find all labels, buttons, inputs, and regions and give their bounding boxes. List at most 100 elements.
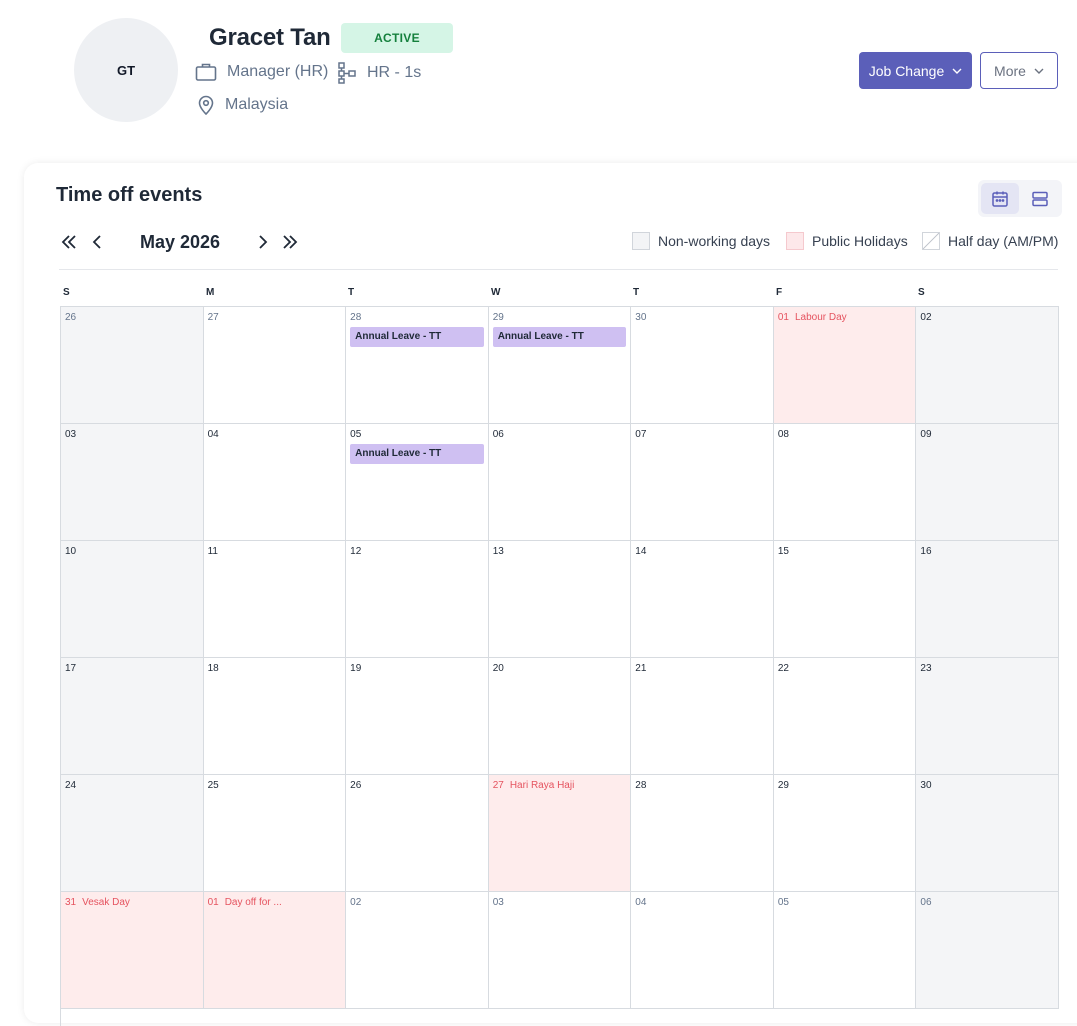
list-view-button[interactable] xyxy=(1021,183,1059,214)
calendar-day-cell[interactable]: 12 xyxy=(346,541,489,658)
calendar-day-cell[interactable]: 30 xyxy=(631,307,774,424)
calendar-day-cell[interactable]: 26 xyxy=(346,775,489,892)
location-label: Malaysia xyxy=(225,96,289,113)
next-month-button[interactable] xyxy=(253,232,273,252)
day-number-row: 18 xyxy=(208,663,342,674)
day-number-row: 21 xyxy=(635,663,769,674)
card-title: Time off events xyxy=(56,184,203,206)
day-number-row: 25 xyxy=(208,780,342,791)
day-number: 09 xyxy=(920,429,932,440)
calendar-day-cell[interactable]: 28 xyxy=(631,775,774,892)
prev-year-button[interactable] xyxy=(59,232,79,252)
calendar-day-cell[interactable]: 31 Vesak Day xyxy=(61,892,204,1009)
day-number: 28 xyxy=(350,312,362,323)
holiday-name: Day off for ... xyxy=(224,897,282,908)
legend-public-holidays: Public Holidays xyxy=(786,232,908,250)
calendar-day-cell[interactable]: 05 Annual Leave - TT xyxy=(346,424,489,541)
weekday-header: F xyxy=(776,287,783,298)
calendar-day-cell[interactable]: 08 xyxy=(773,424,917,541)
prev-month-button[interactable] xyxy=(87,232,107,252)
calendar-day-cell[interactable]: 04 xyxy=(631,892,774,1009)
holiday-name: Labour Day xyxy=(794,312,847,323)
calendar-day-cell[interactable]: 26 xyxy=(61,307,204,424)
day-number-row: 06 xyxy=(920,897,1054,908)
calendar-day-cell[interactable]: 18 xyxy=(203,658,347,775)
calendar-day-cell[interactable]: 06 xyxy=(488,424,632,541)
calendar-day-cell[interactable]: 25 xyxy=(203,775,347,892)
day-number: 27 xyxy=(492,780,504,791)
calendar-day-cell[interactable]: 04 xyxy=(203,424,347,541)
calendar-day-cell[interactable]: 01 Labour Day xyxy=(773,307,917,424)
calendar-day-cell[interactable]: 10 xyxy=(61,541,204,658)
day-number-row: 17 xyxy=(65,663,199,674)
calendar-day-cell[interactable]: 13 xyxy=(488,541,632,658)
day-number: 17 xyxy=(65,663,77,674)
calendar-day-cell[interactable]: 03 xyxy=(488,892,632,1009)
next-year-button[interactable] xyxy=(280,232,300,252)
employee-name: Gracet Tan xyxy=(209,24,331,51)
weekday-header: M xyxy=(206,287,215,298)
day-number-row: 02 xyxy=(920,312,1054,323)
calendar-day-cell[interactable]: 21 xyxy=(631,658,774,775)
day-number: 01 xyxy=(777,312,789,323)
day-number: 20 xyxy=(492,663,504,674)
leave-event[interactable]: Annual Leave - TT xyxy=(350,327,484,347)
calendar-day-cell[interactable]: 02 xyxy=(916,307,1059,424)
calendar-day-cell[interactable]: 20 xyxy=(488,658,632,775)
avatar: GT xyxy=(74,18,178,122)
calendar-day-cell[interactable]: 23 xyxy=(916,658,1059,775)
day-number: 25 xyxy=(207,780,219,791)
day-number: 04 xyxy=(635,897,647,908)
day-number-row: 16 xyxy=(920,546,1054,557)
chevron-down-icon xyxy=(952,68,962,74)
calendar-day-cell[interactable]: 11 xyxy=(203,541,347,658)
map-pin-icon xyxy=(198,95,214,115)
calendar-day-cell[interactable]: 22 xyxy=(773,658,917,775)
calendar-day-cell[interactable]: 29 xyxy=(773,775,917,892)
calendar-day-cell[interactable]: 02 xyxy=(346,892,489,1009)
more-label: More xyxy=(994,62,1026,79)
double-chevron-right-icon xyxy=(283,235,298,249)
calendar-day-cell[interactable]: 27 xyxy=(203,307,347,424)
leave-event[interactable]: Annual Leave - TT xyxy=(350,444,484,464)
calendar-day-cell[interactable]: 14 xyxy=(631,541,774,658)
day-number: 16 xyxy=(920,546,932,557)
day-number-row: 07 xyxy=(635,429,769,440)
day-number-row: 22 xyxy=(778,663,912,674)
briefcase-icon xyxy=(195,63,217,81)
day-number: 31 xyxy=(65,897,77,908)
calendar-view-button[interactable] xyxy=(981,183,1019,214)
leave-event[interactable]: Annual Leave - TT xyxy=(492,327,627,347)
calendar-day-cell[interactable]: 05 xyxy=(773,892,917,1009)
day-number-row: 19 xyxy=(350,663,484,674)
calendar-day-cell[interactable]: 06 xyxy=(916,892,1059,1009)
day-number: 24 xyxy=(65,780,77,791)
day-number-row: 28 xyxy=(635,780,769,791)
day-number: 13 xyxy=(492,546,504,557)
calendar-day-cell[interactable]: 01 Day off for ... xyxy=(203,892,347,1009)
calendar-day-cell[interactable]: 27 Hari Raya Haji xyxy=(488,775,632,892)
calendar-day-cell[interactable]: 29 Annual Leave - TT xyxy=(488,307,632,424)
calendar-day-cell[interactable]: 07 xyxy=(631,424,774,541)
legend-label: Non-working days xyxy=(658,233,771,249)
calendar-day-cell[interactable]: 28 Annual Leave - TT xyxy=(346,307,489,424)
calendar-day-cell[interactable]: 15 xyxy=(773,541,917,658)
day-number-row: 27 Hari Raya Haji xyxy=(493,780,627,791)
more-button[interactable]: More xyxy=(980,52,1058,89)
calendar-day-cell[interactable]: 17 xyxy=(61,658,204,775)
weekday-header: S xyxy=(63,287,70,298)
view-toggle xyxy=(978,180,1062,217)
day-number-row: 01 Day off for ... xyxy=(208,897,342,908)
calendar-day-cell[interactable]: 24 xyxy=(61,775,204,892)
weekday-header: T xyxy=(348,287,355,298)
org-chart-icon xyxy=(338,62,356,84)
day-number-row: 26 xyxy=(350,780,484,791)
calendar-day-cell[interactable]: 30 xyxy=(916,775,1059,892)
day-number: 27 xyxy=(207,312,219,323)
job-change-button[interactable]: Job Change xyxy=(859,52,972,89)
calendar-day-cell[interactable]: 19 xyxy=(346,658,489,775)
calendar-day-cell[interactable]: 09 xyxy=(916,424,1059,541)
calendar-day-cell[interactable]: 03 xyxy=(61,424,204,541)
day-number: 22 xyxy=(777,663,789,674)
calendar-day-cell[interactable]: 16 xyxy=(916,541,1059,658)
